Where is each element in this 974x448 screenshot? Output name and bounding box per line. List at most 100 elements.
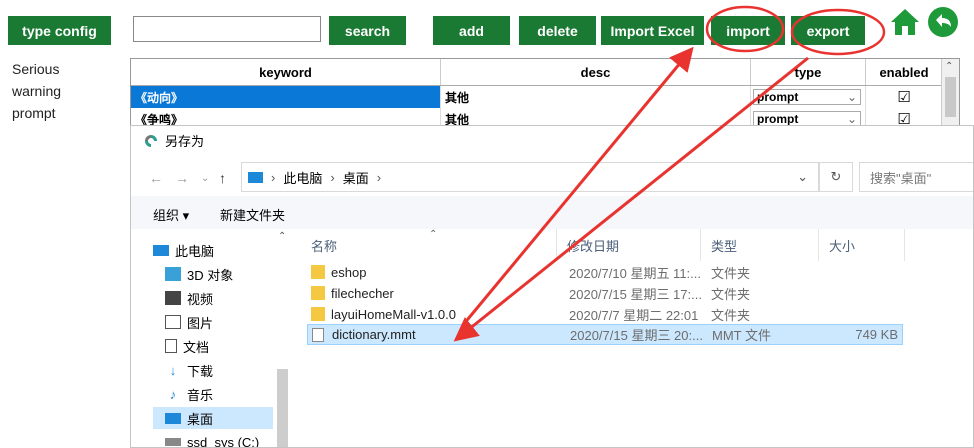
document-icon xyxy=(165,339,177,353)
column-label: 修改日期 xyxy=(567,238,620,254)
cell-desc[interactable]: 其他 xyxy=(441,86,751,108)
refresh-icon[interactable]: ↻ xyxy=(819,162,853,192)
folder-search-input[interactable]: 搜索"桌面" xyxy=(859,162,973,192)
nav-item-videos[interactable]: 视频 xyxy=(165,287,213,309)
file-date: 2020/7/7 星期二 22:01 xyxy=(569,308,699,323)
dialog-title: 另存为 xyxy=(165,134,205,149)
file-name: layuiHomeMall-v1.0.0 xyxy=(331,307,456,322)
forward-arrow-icon[interactable]: → xyxy=(175,170,189,186)
nav-scrollbar[interactable]: ⌃ xyxy=(274,229,291,447)
address-dropdown-icon[interactable]: ⌄ xyxy=(797,169,808,185)
app-icon xyxy=(145,134,157,147)
nav-label: ssd_sys (C:) xyxy=(187,434,260,448)
cell-keyword[interactable]: 《动向》 xyxy=(131,86,441,108)
download-arrow-icon: ↓ xyxy=(169,362,177,378)
search-button[interactable]: search xyxy=(329,16,406,45)
chevron-down-icon: ⌄ xyxy=(846,112,857,126)
recent-dropdown-icon[interactable]: ⌄ xyxy=(201,173,209,184)
back-icon[interactable] xyxy=(927,6,959,38)
file-date: 2020/7/15 星期三 20:... xyxy=(570,328,703,343)
search-input[interactable] xyxy=(133,16,321,42)
sort-ascending-icon: ⌃ xyxy=(429,229,438,240)
picture-icon xyxy=(165,315,181,329)
folder-icon xyxy=(311,286,325,300)
type-select-value: prompt xyxy=(757,90,799,104)
file-row[interactable]: eshop 2020/7/10 星期五 11:... 文件夹 xyxy=(307,262,903,283)
nav-scroll-thumb[interactable] xyxy=(277,369,288,447)
dialog-title-bar: 另存为 xyxy=(143,131,204,150)
address-bar[interactable]: › 此电脑 › 桌面 › ⌄ xyxy=(241,162,819,192)
type-select[interactable]: prompt ⌄ xyxy=(753,89,861,105)
file-row[interactable]: filechecher 2020/7/15 星期三 17:... 文件夹 xyxy=(307,283,903,304)
breadcrumb-separator: › xyxy=(376,169,382,185)
nav-item-pictures[interactable]: 图片 xyxy=(165,311,213,333)
breadcrumb-this-pc[interactable]: 此电脑 xyxy=(283,168,322,187)
nav-item-drive-c[interactable]: ssd_sys (C:) xyxy=(165,431,260,448)
breadcrumb-separator: › xyxy=(271,169,276,185)
side-label: prompt xyxy=(12,105,56,121)
back-arrow-icon[interactable]: ← xyxy=(149,170,163,186)
table-scrollbar[interactable]: ⌃ xyxy=(941,59,959,127)
side-label: warning xyxy=(12,83,62,99)
file-size: 749 KB xyxy=(855,327,898,342)
file-type: 文件夹 xyxy=(711,287,751,302)
table-header: keyword desc type enabled xyxy=(131,59,943,86)
save-as-dialog: 另存为 ← → ⌄ ↑ › 此电脑 › 桌面 › ⌄ ↻ 搜索"桌面" 组织 ▾… xyxy=(130,125,974,448)
file-type: MMT 文件 xyxy=(712,328,771,343)
column-header-name[interactable]: 名称 ⌃ xyxy=(301,229,557,261)
column-label: 名称 xyxy=(311,238,338,254)
nav-item-documents[interactable]: 文档 xyxy=(165,335,209,357)
drive-icon xyxy=(165,438,181,446)
scroll-thumb[interactable] xyxy=(945,77,956,117)
nav-item-desktop[interactable]: 桌面 xyxy=(153,407,273,429)
enabled-checkbox[interactable]: ☑ xyxy=(866,86,943,108)
type-config-button[interactable]: type config xyxy=(8,16,111,45)
import-button[interactable]: import xyxy=(711,16,785,45)
scroll-up-icon[interactable]: ⌃ xyxy=(278,231,286,242)
add-button[interactable]: add xyxy=(433,16,510,45)
nav-label: 桌面 xyxy=(187,411,214,427)
column-header-date[interactable]: 修改日期 xyxy=(557,229,701,261)
severity-labels: Serious warning prompt xyxy=(12,58,61,124)
file-name: dictionary.mmt xyxy=(332,327,416,342)
film-icon xyxy=(165,291,181,305)
home-icon[interactable] xyxy=(889,6,921,38)
computer-icon xyxy=(248,171,263,183)
column-header-enabled[interactable]: enabled xyxy=(866,59,943,85)
scroll-up-icon[interactable]: ⌃ xyxy=(945,61,953,72)
nav-item-3d-objects[interactable]: 3D 对象 xyxy=(165,263,233,285)
table-row[interactable]: 《动向》 其他 prompt ⌄ ☑ xyxy=(131,86,943,108)
type-select-value: prompt xyxy=(757,112,799,126)
nav-item-this-pc[interactable]: 此电脑 xyxy=(153,239,271,261)
export-button[interactable]: export xyxy=(791,16,865,45)
import-excel-button[interactable]: Import Excel xyxy=(601,16,704,45)
nav-label: 下载 xyxy=(187,363,214,379)
nav-item-downloads[interactable]: ↓ 下载 xyxy=(165,359,213,381)
dialog-toolbar: 组织 ▾ 新建文件夹 xyxy=(131,196,973,229)
cell-type[interactable]: prompt ⌄ xyxy=(751,86,866,108)
column-label: 大小 xyxy=(829,238,856,254)
file-row-selected[interactable]: dictionary.mmt 2020/7/15 星期三 20:... MMT … xyxy=(307,324,903,345)
column-header-size[interactable]: 大小 xyxy=(819,229,905,261)
nav-label: 3D 对象 xyxy=(187,267,234,283)
breadcrumb-desktop[interactable]: 桌面 xyxy=(343,168,369,187)
nav-item-music[interactable]: ♪ 音乐 xyxy=(165,383,213,405)
up-arrow-icon[interactable]: ↑ xyxy=(219,170,226,186)
column-header-desc[interactable]: desc xyxy=(441,59,751,85)
folder-icon xyxy=(311,307,325,321)
organize-menu[interactable]: 组织 ▾ xyxy=(153,205,189,224)
column-header-type[interactable]: 类型 xyxy=(701,229,819,261)
delete-button[interactable]: delete xyxy=(519,16,596,45)
nav-label: 视频 xyxy=(187,291,214,307)
music-note-icon: ♪ xyxy=(169,386,177,402)
new-folder-button[interactable]: 新建文件夹 xyxy=(220,205,285,224)
column-header-type[interactable]: type xyxy=(751,59,866,85)
file-row[interactable]: layuiHomeMall-v1.0.0 2020/7/7 星期二 22:01 … xyxy=(307,304,903,325)
file-type: 文件夹 xyxy=(711,308,751,323)
column-header-keyword[interactable]: keyword xyxy=(131,59,441,85)
breadcrumb-separator: › xyxy=(330,169,335,185)
nav-label: 文档 xyxy=(183,339,210,355)
address-row: ← → ⌄ ↑ › 此电脑 › 桌面 › ⌄ ↻ 搜索"桌面" xyxy=(131,162,973,192)
file-icon xyxy=(312,328,324,342)
desktop-icon xyxy=(165,412,181,424)
